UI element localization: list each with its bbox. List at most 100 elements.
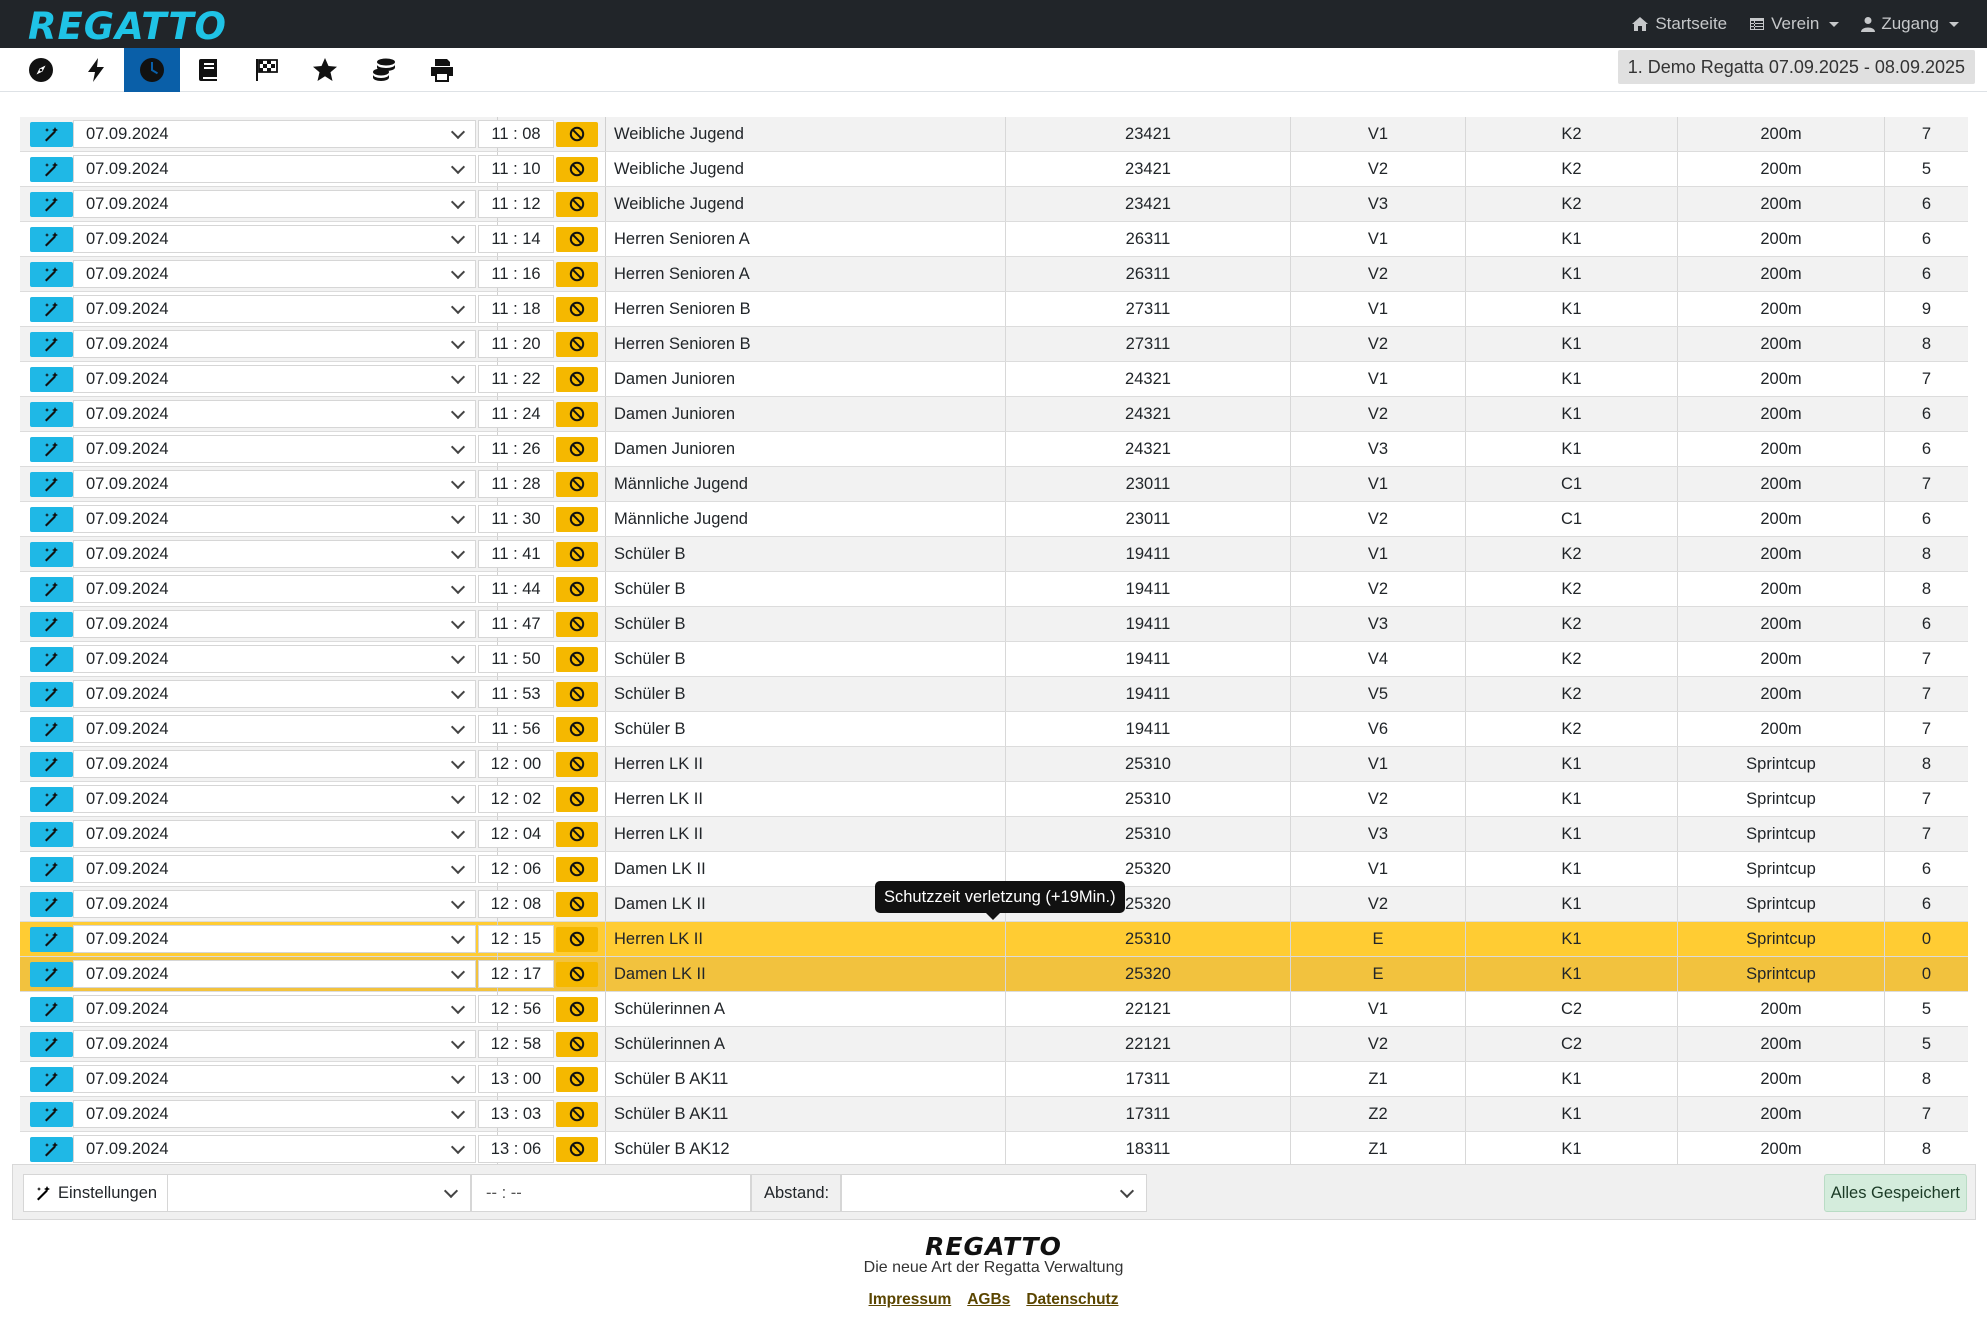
time-input[interactable]: 11 : 12 [478, 190, 554, 218]
auto-schedule-button[interactable] [30, 856, 73, 882]
tool-star[interactable] [297, 48, 353, 92]
block-button[interactable] [556, 856, 598, 882]
date-select[interactable]: 07.09.2024 [73, 995, 476, 1023]
date-select[interactable]: 07.09.2024 [73, 190, 476, 218]
block-button[interactable] [556, 436, 598, 462]
date-select[interactable]: 07.09.2024 [73, 400, 476, 428]
time-input[interactable]: 11 : 44 [478, 575, 554, 603]
time-input[interactable]: 13 : 06 [478, 1135, 554, 1163]
time-input[interactable]: 12 : 58 [478, 1030, 554, 1058]
date-select[interactable]: 07.09.2024 [73, 540, 476, 568]
time-input[interactable]: 12 : 17 [478, 960, 554, 988]
time-input[interactable]: 11 : 24 [478, 400, 554, 428]
tool-bolt[interactable] [68, 48, 124, 92]
time-input[interactable]: 11 : 47 [478, 610, 554, 638]
day-select[interactable] [167, 1174, 471, 1212]
auto-schedule-button[interactable] [30, 261, 73, 287]
auto-schedule-button[interactable] [30, 506, 73, 532]
block-button[interactable] [556, 786, 598, 812]
time-input[interactable]: 13 : 00 [478, 1065, 554, 1093]
block-button[interactable] [556, 961, 598, 987]
block-button[interactable] [556, 1031, 598, 1057]
auto-schedule-button[interactable] [30, 331, 73, 357]
block-button[interactable] [556, 1066, 598, 1092]
block-button[interactable] [556, 646, 598, 672]
time-input[interactable]: 12 : 08 [478, 890, 554, 918]
block-button[interactable] [556, 121, 598, 147]
auto-schedule-button[interactable] [30, 681, 73, 707]
time-input[interactable]: 11 : 26 [478, 435, 554, 463]
time-input[interactable]: 11 : 14 [478, 225, 554, 253]
tool-compass[interactable] [13, 48, 69, 92]
auto-schedule-button[interactable] [30, 156, 73, 182]
tool-print[interactable] [414, 48, 470, 92]
time-input[interactable]: 11 : 20 [478, 330, 554, 358]
time-input[interactable]: 11 : 28 [478, 470, 554, 498]
date-select[interactable]: 07.09.2024 [73, 120, 476, 148]
block-button[interactable] [556, 296, 598, 322]
auto-schedule-button[interactable] [30, 121, 73, 147]
tool-book[interactable] [181, 48, 237, 92]
auto-schedule-button[interactable] [30, 786, 73, 812]
time-input[interactable]: 12 : 15 [478, 925, 554, 953]
block-button[interactable] [556, 716, 598, 742]
time-input[interactable]: 13 : 03 [478, 1100, 554, 1128]
date-select[interactable]: 07.09.2024 [73, 1030, 476, 1058]
date-select[interactable]: 07.09.2024 [73, 155, 476, 183]
block-button[interactable] [556, 1136, 598, 1162]
date-select[interactable]: 07.09.2024 [73, 820, 476, 848]
time-input[interactable]: 11 : 50 [478, 645, 554, 673]
time-input[interactable]: 12 : 02 [478, 785, 554, 813]
date-select[interactable]: 07.09.2024 [73, 225, 476, 253]
block-button[interactable] [556, 191, 598, 217]
date-select[interactable]: 07.09.2024 [73, 750, 476, 778]
block-button[interactable] [556, 156, 598, 182]
date-select[interactable]: 07.09.2024 [73, 470, 476, 498]
date-select[interactable]: 07.09.2024 [73, 610, 476, 638]
block-button[interactable] [556, 681, 598, 707]
auto-schedule-button[interactable] [30, 1031, 73, 1057]
time-input[interactable]: 11 : 16 [478, 260, 554, 288]
auto-schedule-button[interactable] [30, 891, 73, 917]
date-select[interactable]: 07.09.2024 [73, 645, 476, 673]
block-button[interactable] [556, 366, 598, 392]
date-select[interactable]: 07.09.2024 [73, 575, 476, 603]
settings-button[interactable]: Einstellungen [23, 1174, 171, 1212]
date-select[interactable]: 07.09.2024 [73, 925, 476, 953]
date-select[interactable]: 07.09.2024 [73, 365, 476, 393]
block-button[interactable] [556, 611, 598, 637]
brand-logo[interactable]: REGATTO [28, 5, 227, 48]
auto-schedule-button[interactable] [30, 996, 73, 1022]
time-input[interactable]: 11 : 18 [478, 295, 554, 323]
auto-schedule-button[interactable] [30, 401, 73, 427]
block-button[interactable] [556, 541, 598, 567]
block-button[interactable] [556, 576, 598, 602]
date-select[interactable]: 07.09.2024 [73, 330, 476, 358]
save-all-button[interactable]: Alles Gespeichert [1823, 1174, 1967, 1212]
auto-schedule-button[interactable] [30, 576, 73, 602]
date-select[interactable]: 07.09.2024 [73, 1135, 476, 1163]
time-input[interactable]: 11 : 53 [478, 680, 554, 708]
nav-zugang[interactable]: Zugang [1861, 14, 1959, 34]
auto-schedule-button[interactable] [30, 821, 73, 847]
block-button[interactable] [556, 471, 598, 497]
date-select[interactable]: 07.09.2024 [73, 680, 476, 708]
auto-schedule-button[interactable] [30, 191, 73, 217]
auto-schedule-button[interactable] [30, 716, 73, 742]
auto-schedule-button[interactable] [30, 1101, 73, 1127]
tool-clock[interactable] [124, 48, 180, 92]
auto-schedule-button[interactable] [30, 611, 73, 637]
auto-schedule-button[interactable] [30, 751, 73, 777]
auto-schedule-button[interactable] [30, 1066, 73, 1092]
time-input[interactable]: 11 : 22 [478, 365, 554, 393]
auto-schedule-button[interactable] [30, 646, 73, 672]
date-select[interactable]: 07.09.2024 [73, 785, 476, 813]
auto-schedule-button[interactable] [30, 296, 73, 322]
time-input[interactable]: 11 : 08 [478, 120, 554, 148]
date-select[interactable]: 07.09.2024 [73, 960, 476, 988]
date-select[interactable]: 07.09.2024 [73, 505, 476, 533]
block-button[interactable] [556, 891, 598, 917]
block-button[interactable] [556, 996, 598, 1022]
time-input[interactable]: 11 : 56 [478, 715, 554, 743]
block-button[interactable] [556, 926, 598, 952]
